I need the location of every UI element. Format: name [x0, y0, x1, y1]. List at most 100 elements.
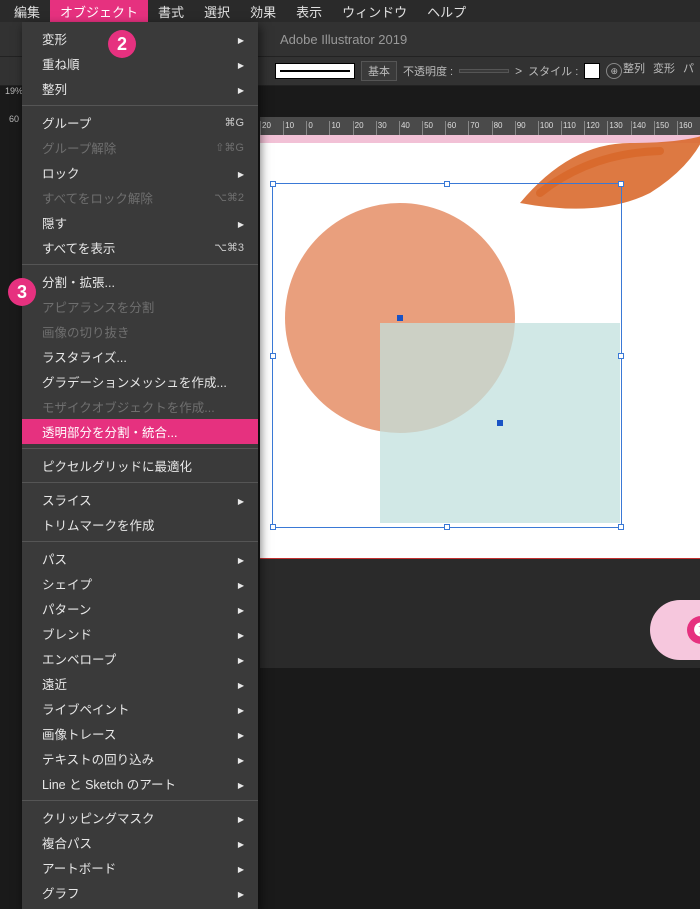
menubar: 編集 オブジェクト 書式 選択 効果 表示 ウィンドウ ヘルプ [0, 0, 700, 22]
ruler-tick: 50 [422, 121, 445, 135]
menu-item[interactable]: ライブペイント [22, 696, 258, 721]
menu-item[interactable]: グループ⌘G [22, 110, 258, 135]
annotation-badge-2: 2 [108, 30, 136, 58]
menu-item-label: トリムマークを作成 [42, 515, 155, 534]
menu-item[interactable]: シェイプ [22, 571, 258, 596]
menu-item-label: 整列 [42, 79, 67, 98]
menu-item-label: グループ [42, 113, 91, 132]
ruler-tick: 0 [306, 121, 329, 135]
menu-item[interactable]: テキストの回り込み [22, 746, 258, 771]
menu-item-label: 複合パス [42, 833, 92, 852]
submenu-arrow-icon [232, 811, 244, 825]
annotation-badge-3: 3 [8, 278, 36, 306]
submenu-arrow-icon [232, 577, 244, 591]
submenu-arrow-icon [232, 861, 244, 875]
style-swatch[interactable] [584, 63, 600, 79]
ruler-tick: 40 [399, 121, 422, 135]
menu-item[interactable]: 遠近 [22, 671, 258, 696]
menu-item[interactable]: アートボード [22, 855, 258, 880]
menu-item[interactable]: ラスタライズ... [22, 344, 258, 369]
right-panel-tabs: 整列 変形 パ [617, 56, 700, 80]
menu-item-label: アートボード [42, 858, 116, 877]
menu-item-label: パス [42, 549, 67, 568]
menu-item[interactable]: 透明部分を分割・統合... [22, 419, 258, 444]
opacity-label: 不透明度 : [403, 63, 453, 79]
menu-item[interactable]: 変形 [22, 26, 258, 51]
menu-view[interactable]: 表示 [286, 0, 332, 24]
stroke-profile-select[interactable]: 基本 [361, 61, 397, 81]
menu-item-label: 遠近 [42, 674, 67, 693]
menu-type[interactable]: 書式 [148, 0, 194, 24]
menu-item[interactable]: ブレンド [22, 621, 258, 646]
menu-separator [22, 448, 258, 449]
submenu-arrow-icon [232, 752, 244, 766]
menu-item[interactable]: すべてを表示⌥⌘3 [22, 235, 258, 260]
menu-item[interactable]: Line と Sketch のアート [22, 771, 258, 796]
menu-item-label: クリッピングマスク [42, 808, 155, 827]
annotation-badge-1: ❶ [687, 616, 700, 644]
menu-select[interactable]: 選択 [194, 0, 240, 24]
app-title: Adobe Illustrator 2019 [280, 32, 407, 47]
menu-item-label: モザイクオブジェクトを作成... [42, 397, 215, 416]
ruler-tick: 20 [353, 121, 376, 135]
menu-item[interactable]: パターン [22, 596, 258, 621]
menu-item[interactable]: 整列 [22, 76, 258, 101]
submenu-arrow-icon [232, 677, 244, 691]
ruler-tick: 10 [329, 121, 352, 135]
menu-item: 画像の切り抜き [22, 319, 258, 344]
menu-item[interactable]: トリムマークを作成 [22, 512, 258, 537]
canvas[interactable] [260, 143, 700, 558]
selection-bounds [272, 183, 622, 528]
menu-item[interactable]: クリッピングマスク [22, 805, 258, 830]
menu-item[interactable]: グラフ [22, 880, 258, 905]
menu-shortcut: ⌥⌘2 [214, 191, 244, 204]
menu-item-label: 画像の切り抜き [42, 322, 130, 341]
menu-item[interactable]: グラデーションメッシュを作成... [22, 369, 258, 394]
tab-align[interactable]: 整列 [623, 60, 645, 76]
menu-item-label: 重ね順 [42, 54, 80, 73]
tab-path[interactable]: パ [683, 60, 694, 76]
menu-item-label: 変形 [42, 29, 67, 48]
menu-shortcut: ⌥⌘3 [214, 241, 244, 254]
submenu-arrow-icon [232, 493, 244, 507]
menu-item[interactable]: 複合パス [22, 830, 258, 855]
menu-item[interactable]: 分割・拡張... [22, 269, 258, 294]
menu-item-label: グループ解除 [42, 138, 116, 157]
menu-item[interactable]: 重ね順 [22, 51, 258, 76]
menu-object[interactable]: オブジェクト [50, 0, 148, 24]
menu-effect[interactable]: 効果 [240, 0, 286, 24]
submenu-arrow-icon [232, 216, 244, 230]
menu-item[interactable]: スライス [22, 487, 258, 512]
style-label: スタイル : [528, 63, 578, 79]
menu-item[interactable]: 画像トレース [22, 721, 258, 746]
annotation-speech-bubble: ❶ 全 選 択 [650, 600, 700, 660]
stroke-preview[interactable] [275, 63, 355, 79]
menu-item-label: Line と Sketch のアート [42, 774, 176, 793]
menu-item-label: パターン [42, 599, 91, 618]
menu-separator [22, 482, 258, 483]
ruler-tick: 20 [260, 121, 283, 135]
submenu-arrow-icon [232, 652, 244, 666]
menu-item[interactable]: 隠す [22, 210, 258, 235]
menu-item: すべてをロック解除⌥⌘2 [22, 185, 258, 210]
menu-item[interactable]: エンベロープ [22, 646, 258, 671]
menu-window[interactable]: ウィンドウ [332, 0, 417, 24]
menu-shortcut: ⇧⌘G [215, 141, 244, 154]
menu-item-label: 隠す [42, 213, 67, 232]
menu-item-label: ロック [42, 163, 80, 182]
menu-item-label: ピクセルグリッドに最適化 [42, 456, 192, 475]
menu-item[interactable]: パス [22, 546, 258, 571]
menu-separator [22, 105, 258, 106]
menu-item[interactable]: ロック [22, 160, 258, 185]
menu-edit[interactable]: 編集 [4, 0, 50, 24]
menu-item-label: 透明部分を分割・統合... [42, 422, 177, 441]
submenu-arrow-icon [232, 727, 244, 741]
ruler-tick: 60 [445, 121, 468, 135]
tab-transform[interactable]: 変形 [653, 60, 675, 76]
opacity-input[interactable] [459, 69, 509, 73]
menu-item[interactable]: ピクセルグリッドに最適化 [22, 453, 258, 478]
submenu-arrow-icon [232, 886, 244, 900]
menu-item-label: シェイプ [42, 574, 92, 593]
menu-help[interactable]: ヘルプ [417, 0, 476, 24]
menu-item: モザイクオブジェクトを作成... [22, 394, 258, 419]
